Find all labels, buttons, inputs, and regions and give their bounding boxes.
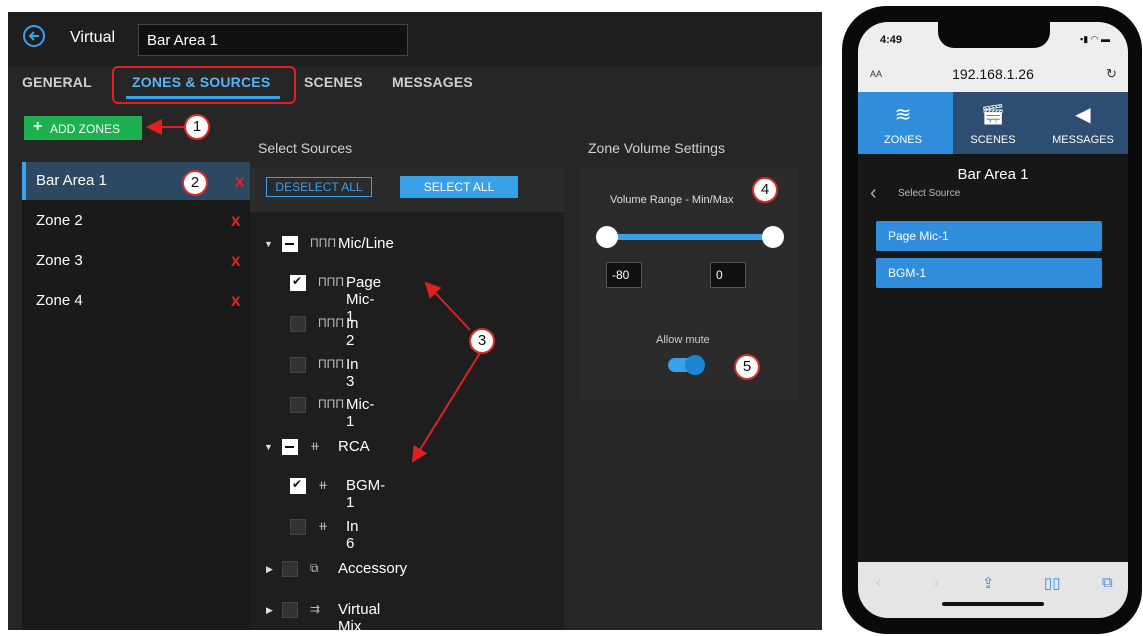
share-icon[interactable]: ⇪ [982, 574, 995, 592]
select-source-label: Select Source [898, 188, 961, 199]
phone-screen: 4:49 ▪▮ ◠ ▬ AA 192.168.1.26 ↻ ≋ ZONES 🎬︎… [858, 22, 1128, 618]
layers-icon: ≋ [894, 104, 912, 126]
callout-5: 5 [734, 354, 760, 380]
status-time: 4:49 [880, 34, 903, 46]
megaphone-icon: ◀︎ [1075, 104, 1091, 126]
forward-nav-icon[interactable]: › [934, 574, 939, 591]
home-indicator [942, 602, 1044, 606]
bookmarks-icon[interactable]: ▯▯ [1044, 574, 1061, 592]
phone-zone-title: Bar Area 1 [957, 166, 1029, 183]
back-nav-icon[interactable]: ‹ [876, 574, 881, 591]
phone-nav-bar: ≋ ZONES 🎬︎ SCENES ◀︎ MESSAGES [858, 92, 1128, 154]
callout-2: 2 [182, 170, 208, 196]
phone-notch [938, 22, 1050, 48]
nav-label: ZONES [884, 134, 922, 146]
callout-3-arrow-down [411, 352, 481, 463]
url-bar[interactable]: AA 192.168.1.26 ↻ [858, 56, 1128, 92]
clapperboard-icon: 🎬︎ [980, 104, 1006, 126]
nav-label: MESSAGES [1052, 134, 1114, 146]
url-text[interactable]: 192.168.1.26 [858, 66, 1128, 82]
tabs-icon[interactable]: ⧉ [1102, 574, 1113, 591]
nav-messages[interactable]: ◀︎ MESSAGES [1038, 92, 1128, 154]
callout-1: 1 [184, 114, 210, 140]
callout-3: 3 [469, 328, 495, 354]
reload-icon[interactable]: ↻ [1106, 66, 1117, 82]
back-chevron-icon[interactable]: ‹ [870, 182, 877, 205]
signal-wifi-battery-icon: ▪▮ ◠ ▬ [1080, 34, 1110, 44]
phone-source-page-mic-1[interactable]: Page Mic-1 [876, 221, 1102, 251]
safari-toolbar: ‹ › ⇪ ▯▯ ⧉ [858, 562, 1128, 618]
phone-source-bgm-1[interactable]: BGM-1 [876, 258, 1102, 288]
nav-zones[interactable]: ≋ ZONES [858, 92, 948, 154]
nav-scenes[interactable]: 🎬︎ SCENES [948, 92, 1038, 154]
nav-label: SCENES [970, 134, 1016, 146]
callout-4: 4 [752, 177, 778, 203]
callout-3-arrow-up [424, 281, 471, 331]
